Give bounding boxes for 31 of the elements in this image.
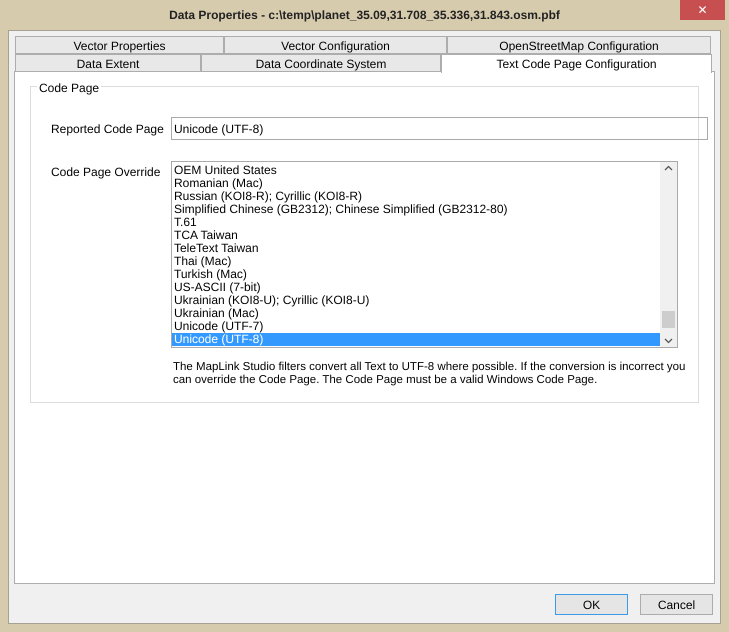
input-field[interactable]: Unicode (UTF-8) [171,117,708,140]
tab[interactable]: Vector Configuration [224,36,447,54]
list-item[interactable]: Romanian (Mac) [172,177,660,190]
list-item[interactable]: TeleText Taiwan [172,242,660,255]
list-item[interactable]: Unicode (UTF-7) [172,320,660,333]
tab[interactable]: Data Coordinate System [201,54,441,72]
dialog-button[interactable]: OK [555,594,628,615]
list-item[interactable]: Thai (Mac) [172,255,660,268]
list-item[interactable]: Simplified Chinese (GB2312); Chinese Simplified (GB2312-80) [172,203,660,216]
scroll-thumb[interactable] [662,311,675,328]
scrollbar[interactable] [660,162,677,347]
tab[interactable]: Vector Properties [15,36,224,54]
tab[interactable]: OpenStreetMap Configuration [447,36,711,54]
list-item[interactable]: T.61 [172,216,660,229]
scroll-up-icon[interactable] [664,165,673,171]
window-title: Data Properties - c:\temp\planet_35.09,31.708_35.336,31.843.osm.pbf [169,7,560,24]
help-text: The MapLink Studio filters convert all Text to UTF-8 where possible. If the conversion is incorrect you can override the Code Page. The Code Page must be a valid Windows Code Page. [173,361,686,387]
tab[interactable]: Data Extent [15,54,201,72]
close-button[interactable]: ✕ [680,0,725,20]
list-item[interactable]: US-ASCII (7-bit) [172,281,660,294]
dialog-button[interactable]: Cancel [640,594,713,615]
list-item[interactable]: Turkish (Mac) [172,268,660,281]
tab[interactable]: Text Code Page Configuration [441,54,712,73]
list-item[interactable]: OEM United States [172,164,660,177]
list-item[interactable]: Ukrainian (Mac) [172,307,660,320]
list-item[interactable]: Ukrainian (KOI8-U); Cyrillic (KOI8-U) [172,294,660,307]
field-label: Code Page Override [51,164,162,181]
list-item[interactable]: Russian (KOI8-R); Cyrillic (KOI8-R) [172,190,660,203]
scroll-down-icon[interactable] [664,338,673,344]
field-label: Reported Code Page [51,120,165,138]
list-item[interactable]: TCA Taiwan [172,229,660,242]
